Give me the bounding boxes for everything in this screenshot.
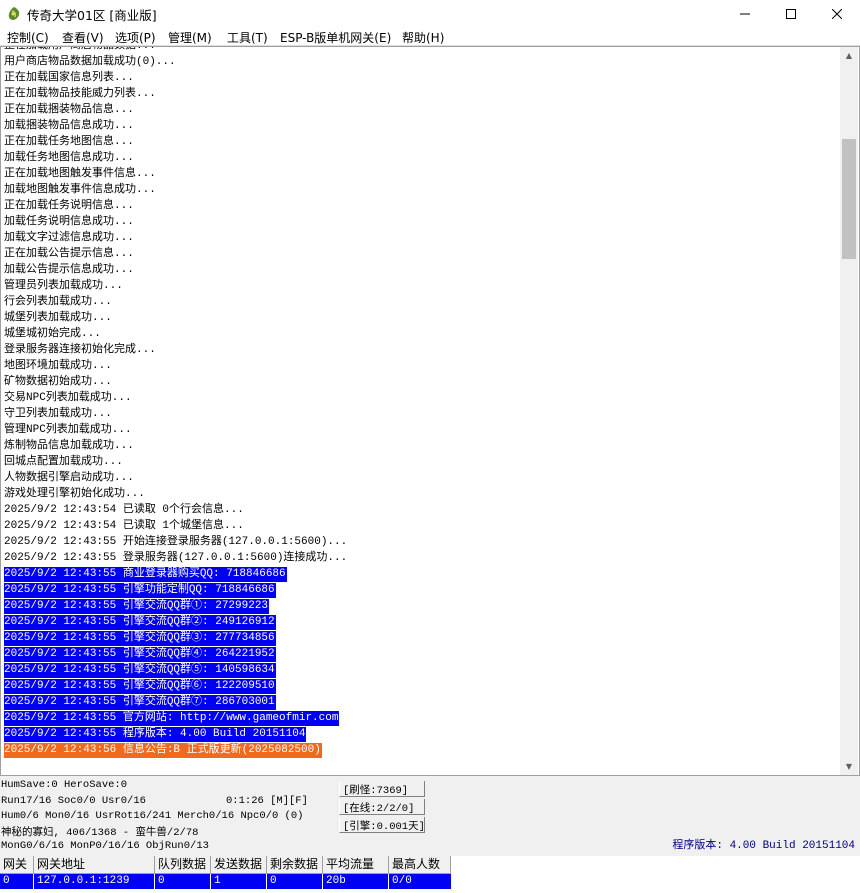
log-line: 2025/9/2 12:43:55 引擎交流QQ群⑦: 286703001 bbox=[4, 695, 276, 710]
log-line: 2025/9/2 12:43:55 引擎交流QQ群②: 249126912 bbox=[4, 615, 276, 630]
log-line: 地图环境加载成功... bbox=[4, 360, 112, 372]
minimize-icon bbox=[740, 13, 750, 14]
title-bar: 传奇大学01区 [商业版] bbox=[0, 0, 860, 27]
table-cell[interactable]: 0 bbox=[0, 874, 34, 889]
status-save: HumSave:0 HeroSave:0 bbox=[1, 779, 128, 791]
table-cell[interactable]: 1 bbox=[211, 874, 267, 889]
col-address[interactable]: 网关地址 bbox=[34, 856, 155, 874]
scroll-down-icon[interactable]: ▼ bbox=[840, 758, 858, 775]
menu-bar: 控制(C) 查看(V) 选项(P) 管理(M) 工具(T) ESP-B版单机网关… bbox=[0, 27, 860, 46]
log-line: 用户商店物品数据加载成功(0)... bbox=[4, 56, 176, 68]
log-line: 2025/9/2 12:43:55 程序版本: 4.00 Build 20151… bbox=[4, 727, 307, 742]
menu-gateway[interactable]: ESP-B版单机网关(E) bbox=[280, 29, 391, 46]
table-cell[interactable]: 0/0 bbox=[389, 874, 451, 889]
col-sent[interactable]: 发送数据 bbox=[211, 856, 267, 874]
log-line: 2025/9/2 12:43:55 官方网站: http://www.gameo… bbox=[4, 711, 340, 726]
log-line: 2025/9/2 12:43:55 商业登录器购买QQ: 718846686 bbox=[4, 567, 287, 582]
menu-tools[interactable]: 工具(T) bbox=[227, 29, 268, 46]
log-line: 矿物数据初始成功... bbox=[4, 376, 112, 388]
log-line: 2025/9/2 12:43:55 引擎功能定制QQ: 718846686 bbox=[4, 583, 276, 598]
log-line: 城堡列表加载成功... bbox=[4, 312, 112, 324]
menu-view[interactable]: 查看(V) bbox=[62, 29, 104, 46]
gateway-table[interactable]: 网关 网关地址 队列数据 发送数据 剩余数据 平均流量 最高人数 0 127.0… bbox=[0, 856, 860, 893]
log-line: 2025/9/2 12:43:55 开始连接登录服务器(127.0.0.1:56… bbox=[4, 536, 348, 548]
col-max-users[interactable]: 最高人数 bbox=[389, 856, 451, 874]
menu-options[interactable]: 选项(P) bbox=[115, 29, 156, 46]
app-icon bbox=[6, 6, 22, 22]
log-line: 城堡城初始完成... bbox=[4, 328, 101, 340]
table-cell[interactable]: 127.0.0.1:1239 bbox=[34, 874, 155, 889]
log-line: 2025/9/2 12:43:55 引擎交流QQ群③: 277734856 bbox=[4, 631, 276, 646]
col-gateway[interactable]: 网关 bbox=[0, 856, 34, 874]
log-panel: 正在加载用户商店物品数据... 用户商店物品数据加载成功(0)... 正在加载国家信… bbox=[0, 46, 860, 776]
col-queue[interactable]: 队列数据 bbox=[155, 856, 211, 874]
vertical-scrollbar[interactable]: ▲ ▼ bbox=[840, 47, 858, 775]
status-hum: Hum0/6 Mon0/16 UsrRot16/241 Merch0/16 Np… bbox=[1, 810, 304, 822]
menu-manage[interactable]: 管理(M) bbox=[168, 29, 212, 46]
refresh-monster-label: [刷怪:7369] bbox=[339, 781, 425, 797]
log-line: 2025/9/2 12:43:55 引擎交流QQ群⑤: 140598634 bbox=[4, 663, 276, 678]
close-button[interactable] bbox=[814, 0, 860, 27]
log-line: 管理NPC列表加载成功... bbox=[4, 424, 132, 436]
build-version: 程序版本: 4.00 Build 20151104 bbox=[672, 840, 855, 852]
table-cell[interactable]: 0 bbox=[267, 874, 323, 889]
log-line: 正在加载国家信息列表... bbox=[4, 72, 134, 84]
log-line: 加载文字过滤信息成功... bbox=[4, 232, 134, 244]
minimize-button[interactable] bbox=[722, 0, 768, 27]
log-line: 交易NPC列表加载成功... bbox=[4, 392, 132, 404]
log-line: 2025/9/2 12:43:54 已读取 1个城堡信息... bbox=[4, 520, 244, 532]
log-line: 2025/9/2 12:43:56 信息公告:B 正式版更新(202508250… bbox=[4, 743, 322, 758]
log-line: 正在加载任务说明信息... bbox=[4, 200, 134, 212]
log-line: 加载公告提示信息成功... bbox=[4, 264, 134, 276]
log-line: 正在加载公告提示信息... bbox=[4, 248, 134, 260]
status-run: Run17/16 Soc0/0 Usr0/16 bbox=[1, 795, 146, 807]
log-line: 管理员列表加载成功... bbox=[4, 280, 123, 292]
log-line: 加载捆装物品信息成功... bbox=[4, 120, 134, 132]
table-cell[interactable]: 0 bbox=[155, 874, 211, 889]
menu-control[interactable]: 控制(C) bbox=[7, 29, 49, 46]
log-line: 2025/9/2 12:43:55 引擎交流QQ群④: 264221952 bbox=[4, 647, 276, 662]
log-line: 行会列表加载成功... bbox=[4, 296, 112, 308]
log-line: 加载地图触发事件信息成功... bbox=[4, 184, 156, 196]
table-cell[interactable]: 20b bbox=[323, 874, 389, 889]
log-line: 加载任务地图信息成功... bbox=[4, 152, 134, 164]
log-line: 2025/9/2 12:43:55 登录服务器(127.0.0.1:5600)连… bbox=[4, 552, 348, 564]
log-line: 2025/9/2 12:43:54 已读取 0个行会信息... bbox=[4, 504, 244, 516]
log-line: 守卫列表加载成功... bbox=[4, 408, 112, 420]
col-traffic[interactable]: 平均流量 bbox=[323, 856, 389, 874]
col-remain[interactable]: 剩余数据 bbox=[267, 856, 323, 874]
log-line: 2025/9/2 12:43:55 引擎交流QQ群①: 27299223 bbox=[4, 599, 270, 614]
log-line: 正在加载地图触发事件信息... bbox=[4, 168, 156, 180]
log-list[interactable]: 正在加载用户商店物品数据... 用户商店物品数据加载成功(0)... 正在加载国家信… bbox=[4, 47, 839, 775]
scroll-thumb[interactable] bbox=[842, 139, 856, 259]
log-line: 加载任务说明信息成功... bbox=[4, 216, 134, 228]
log-line: 正在加载任务地图信息... bbox=[4, 136, 134, 148]
status-monster: 神秘的寡妇, 406/1368 - 蛮牛兽/2/78 bbox=[1, 827, 199, 839]
log-line: 游戏处理引擎初始化成功... bbox=[4, 488, 145, 500]
log-line: 正在加载用户商店物品数据... bbox=[4, 47, 157, 54]
scroll-up-icon[interactable]: ▲ bbox=[840, 47, 858, 64]
status-mon-run: MonG0/6/16 MonP0/16/16 ObjRun0/13 bbox=[1, 840, 209, 852]
window-title: 传奇大学01区 [商业版] bbox=[27, 8, 157, 23]
log-line: 回城点配置加载成功... bbox=[4, 456, 123, 468]
log-line: 登录服务器连接初始化完成... bbox=[4, 344, 156, 356]
online-count-label: [在线:2/2/0] bbox=[339, 799, 425, 815]
maximize-icon bbox=[786, 8, 796, 19]
status-panel: HumSave:0 HeroSave:0 Run17/16 Soc0/0 Usr… bbox=[0, 776, 860, 856]
engine-days-label: [引擎:0.001天] bbox=[339, 817, 425, 833]
log-line: 炼制物品信息加载成功... bbox=[4, 440, 134, 452]
menu-help[interactable]: 帮助(H) bbox=[402, 29, 444, 46]
maximize-button[interactable] bbox=[768, 0, 814, 27]
log-line: 2025/9/2 12:43:55 引擎交流QQ群⑥: 122209510 bbox=[4, 679, 276, 694]
log-line: 正在加载物品技能威力列表... bbox=[4, 88, 156, 100]
status-uptime: 0:1:26 [M][F] bbox=[226, 795, 308, 807]
log-line: 正在加载捆装物品信息... bbox=[4, 104, 134, 116]
close-icon bbox=[832, 8, 842, 19]
log-line: 人物数据引擎启动成功... bbox=[4, 472, 134, 484]
